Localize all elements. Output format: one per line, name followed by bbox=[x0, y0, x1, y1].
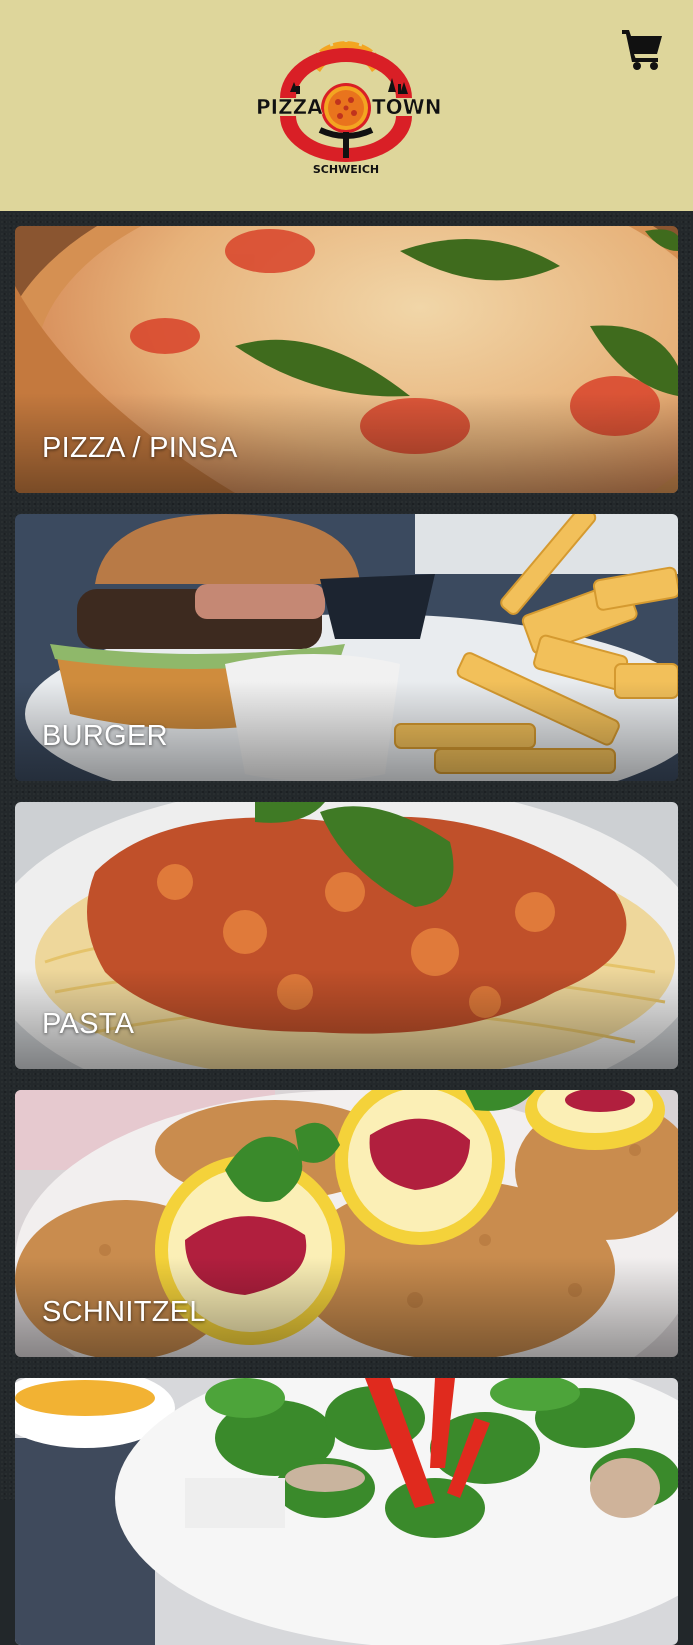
category-label: PASTA bbox=[42, 1008, 135, 1040]
category-card-salad[interactable] bbox=[15, 1378, 678, 1645]
category-label: BURGER bbox=[42, 720, 168, 752]
category-card-burger[interactable]: BURGER bbox=[15, 514, 678, 781]
category-label: SCHNITZEL bbox=[42, 1296, 206, 1328]
shopping-cart-icon[interactable] bbox=[620, 26, 666, 72]
logo-text-pizza: PIZZA bbox=[256, 95, 323, 119]
logo-text-town: TOWN bbox=[372, 95, 441, 119]
category-card-schnitzel[interactable]: SCHNITZEL bbox=[15, 1090, 678, 1357]
salad-photo bbox=[15, 1378, 678, 1645]
app-header: PIZZA TOWN SCHWEICH bbox=[0, 0, 693, 211]
category-card-pizza[interactable]: PIZZA / PINSA bbox=[15, 226, 678, 493]
category-label: PIZZA / PINSA bbox=[42, 432, 238, 464]
pizza-town-logo[interactable]: PIZZA TOWN SCHWEICH bbox=[250, 30, 442, 180]
logo-text-schweich: SCHWEICH bbox=[313, 163, 379, 176]
category-card-pasta[interactable]: PASTA bbox=[15, 802, 678, 1069]
